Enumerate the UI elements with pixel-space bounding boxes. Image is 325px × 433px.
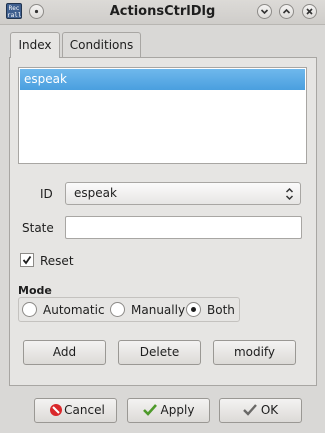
cancel-icon (50, 404, 62, 416)
radio-manually-label[interactable]: Manually (131, 303, 185, 317)
radio-both[interactable] (186, 302, 201, 317)
tab-conditions-label: Conditions (69, 38, 134, 52)
cancel-button-label: Cancel (64, 403, 105, 417)
actions-list[interactable]: espeak (18, 67, 307, 164)
radio-both-label[interactable]: Both (207, 303, 235, 317)
window-title: ActionsCtrlDlg (109, 4, 216, 19)
list-item[interactable]: espeak (20, 69, 305, 90)
cancel-button[interactable]: Cancel (34, 398, 117, 423)
check-icon (143, 404, 157, 416)
reset-label[interactable]: Reset (40, 254, 74, 268)
close-icon[interactable] (302, 4, 317, 19)
list-item-label: espeak (24, 72, 67, 86)
ok-button[interactable]: OK (219, 398, 302, 423)
radio-automatic-label[interactable]: Automatic (43, 303, 105, 317)
mode-title: Mode (18, 284, 52, 297)
ok-button-label: OK (260, 403, 279, 417)
radio-automatic[interactable] (22, 302, 37, 317)
state-input[interactable] (65, 216, 302, 239)
check-icon (243, 404, 257, 416)
updown-arrows-icon (285, 187, 294, 201)
maximize-icon[interactable] (279, 4, 294, 19)
checkmark-icon (22, 255, 32, 265)
radio-selected-dot (191, 307, 196, 312)
modify-button-label: modify (233, 345, 276, 359)
reset-checkbox[interactable] (20, 253, 34, 267)
radio-manually[interactable] (110, 302, 125, 317)
minimize-icon[interactable] (257, 4, 272, 19)
delete-button[interactable]: Delete (118, 340, 201, 365)
apply-button[interactable]: Apply (127, 398, 210, 423)
tab-index-label: Index (18, 38, 52, 52)
id-label: ID (40, 187, 53, 201)
add-button-label: Add (52, 345, 77, 359)
apply-button-label: Apply (160, 403, 195, 417)
tab-conditions[interactable]: Conditions (62, 32, 141, 57)
add-button[interactable]: Add (23, 340, 106, 365)
id-select[interactable]: espeak (65, 182, 301, 205)
modify-button[interactable]: modify (213, 340, 296, 365)
title-bar[interactable]: Rec rall ActionsCtrlDlg (0, 0, 325, 25)
id-select-value: espeak (74, 186, 117, 200)
delete-button-label: Delete (139, 345, 180, 359)
tab-index[interactable]: Index (10, 32, 60, 58)
state-label: State (22, 221, 54, 235)
